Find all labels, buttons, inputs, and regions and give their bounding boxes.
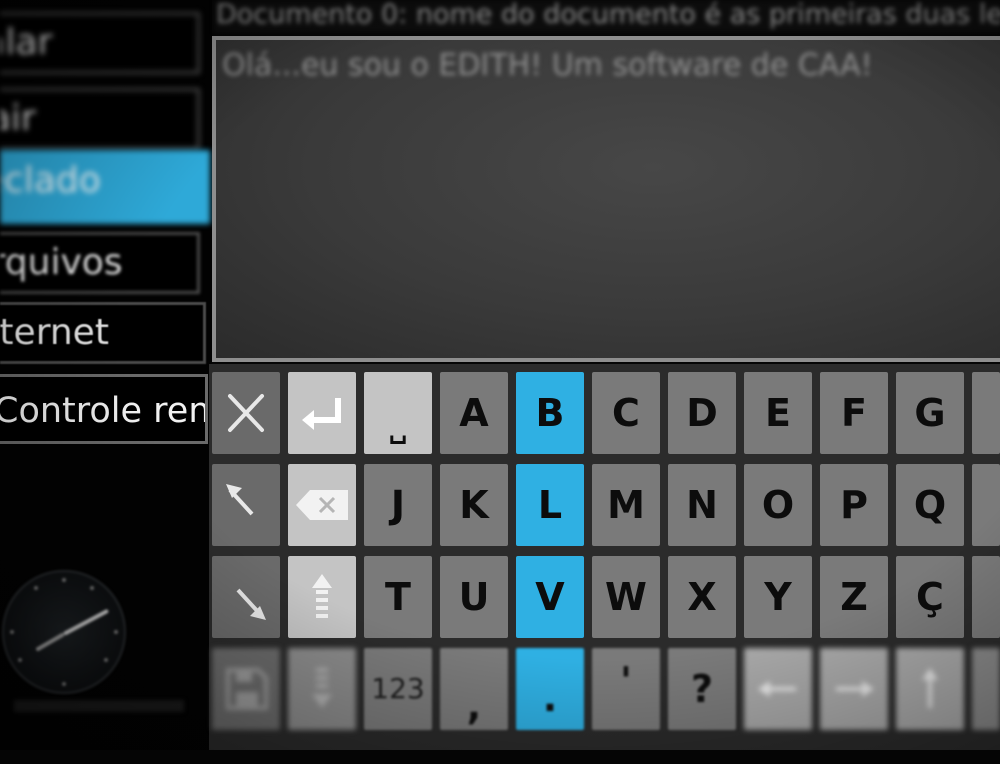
key-x[interactable]: X	[668, 556, 736, 638]
key-e[interactable]: E	[744, 372, 812, 454]
key-n[interactable]: N	[668, 464, 736, 546]
cursor-left-key[interactable]	[744, 648, 812, 730]
key-r[interactable]: R	[972, 464, 1000, 546]
cursor-right-key[interactable]	[820, 648, 888, 730]
cursor-up-key[interactable]	[896, 648, 964, 730]
end-key[interactable]	[212, 556, 280, 638]
arrow-up-icon	[922, 668, 938, 708]
on-screen-keyboard: ␣ A B C D E F G H J K L M N O P Q R T U …	[209, 364, 1000, 750]
arrow-right-icon	[836, 681, 874, 697]
key-y[interactable]: Y	[744, 556, 812, 638]
key-o[interactable]: O	[744, 464, 812, 546]
shift-up-icon	[312, 574, 332, 618]
key-partial[interactable]	[972, 556, 1000, 638]
shift-down-key[interactable]	[288, 648, 356, 730]
apostrophe-key[interactable]: '	[592, 648, 660, 730]
key-k[interactable]: K	[440, 464, 508, 546]
numbers-key[interactable]: 123	[364, 648, 432, 730]
key-j[interactable]: J	[364, 464, 432, 546]
key-p[interactable]: P	[820, 464, 888, 546]
key-z[interactable]: Z	[820, 556, 888, 638]
space-key[interactable]: ␣	[364, 372, 432, 454]
key-a[interactable]: A	[440, 372, 508, 454]
sidebar-menu: Falar Sair Teclado Arquivos Internet Con…	[0, 0, 212, 750]
backspace-icon	[296, 490, 348, 520]
clock-icon	[2, 570, 126, 694]
arrow-up-left-icon	[226, 484, 254, 516]
key-h[interactable]: H	[972, 372, 1000, 454]
key-v[interactable]: V	[516, 556, 584, 638]
save-key[interactable]	[212, 648, 280, 730]
close-icon	[228, 394, 264, 432]
key-m[interactable]: M	[592, 464, 660, 546]
key-w[interactable]: W	[592, 556, 660, 638]
sidebar-item-teclado[interactable]: Teclado	[0, 150, 210, 224]
document-title: Documento 0: nome do documento é as prim…	[214, 0, 1000, 32]
key-d[interactable]: D	[668, 372, 736, 454]
key-q[interactable]: Q	[896, 464, 964, 546]
key-t[interactable]: T	[364, 556, 432, 638]
key-b[interactable]: B	[516, 372, 584, 454]
cursor-down-key[interactable]	[972, 648, 1000, 730]
key-c[interactable]: C	[592, 372, 660, 454]
comma-key[interactable]: ,	[440, 648, 508, 730]
sidebar-item-sair[interactable]: Sair	[0, 88, 200, 150]
shift-down-icon	[312, 668, 332, 708]
period-key[interactable]: .	[516, 648, 584, 730]
key-u[interactable]: U	[440, 556, 508, 638]
shift-key[interactable]	[288, 556, 356, 638]
arrow-down-right-icon	[236, 588, 266, 620]
question-key[interactable]: ?	[668, 648, 736, 730]
sidebar-item-arquivos[interactable]: Arquivos	[0, 232, 200, 294]
sidebar-item-falar[interactable]: Falar	[0, 12, 200, 74]
clock-date	[14, 700, 184, 712]
sidebar-item-controle-remoto[interactable]: Controle remoto	[0, 374, 208, 444]
enter-key[interactable]	[288, 372, 356, 454]
sidebar-item-internet[interactable]: Internet	[0, 302, 206, 364]
save-icon	[226, 668, 268, 710]
key-c-cedilla[interactable]: Ç	[896, 556, 964, 638]
backspace-key[interactable]	[288, 464, 356, 546]
arrow-left-icon	[758, 681, 796, 697]
key-f[interactable]: F	[820, 372, 888, 454]
document-text: Olá...eu sou o EDITH! Um software de CAA…	[222, 48, 873, 83]
close-key[interactable]	[212, 372, 280, 454]
key-l[interactable]: L	[516, 464, 584, 546]
key-g[interactable]: G	[896, 372, 964, 454]
enter-icon	[302, 398, 341, 430]
text-editor-area[interactable]: Olá...eu sou o EDITH! Um software de CAA…	[212, 36, 1000, 362]
home-key[interactable]	[212, 464, 280, 546]
